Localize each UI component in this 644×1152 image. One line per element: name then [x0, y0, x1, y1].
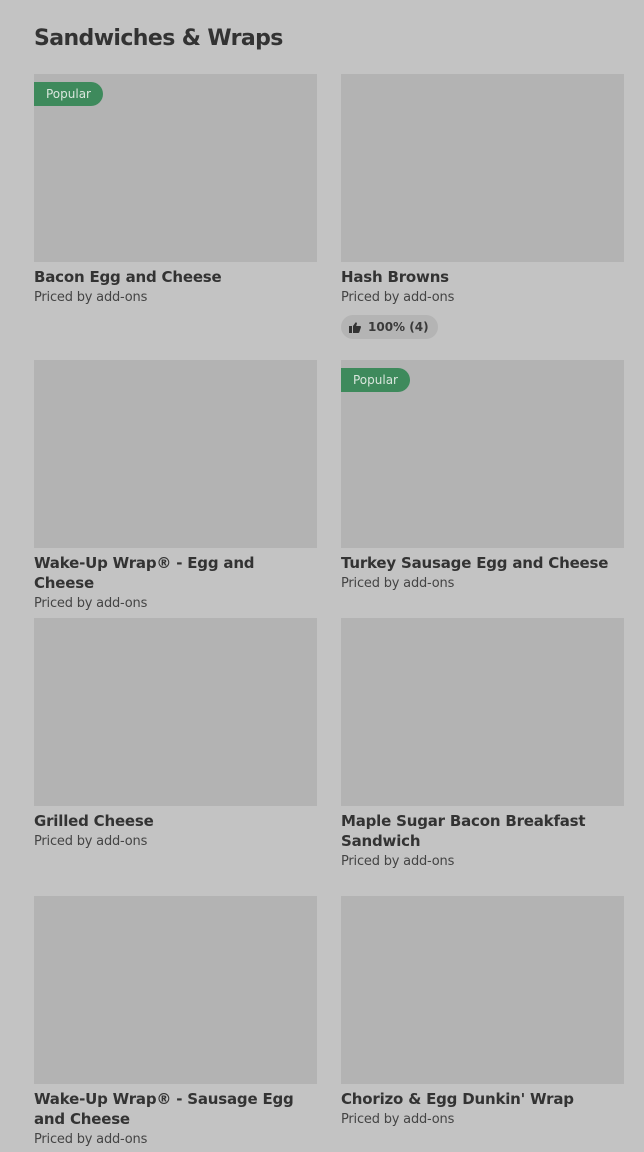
item-price: Priced by add-ons [341, 290, 455, 305]
menu-section-sandwiches-wraps: Sandwiches & Wraps Popular Bacon Egg and… [0, 0, 644, 1152]
rating-pill: 100% (4) [341, 315, 438, 339]
item-price: Priced by add-ons [34, 596, 148, 611]
item-image-placeholder [341, 74, 624, 262]
item-name: Chorizo & Egg Dunkin' Wrap [341, 1090, 574, 1108]
item-image-placeholder: Popular [341, 360, 624, 548]
item-price: Priced by add-ons [34, 834, 148, 849]
popular-badge: Popular [341, 368, 410, 392]
menu-item-card[interactable]: Hash Browns Priced by add-ons 100% (4) [341, 74, 624, 339]
item-image-placeholder [34, 360, 317, 548]
item-price: Priced by add-ons [34, 1132, 148, 1147]
item-name: Bacon Egg and Cheese [34, 268, 222, 286]
item-image-placeholder: Popular [34, 74, 317, 262]
item-image-placeholder [341, 618, 624, 806]
item-price: Priced by add-ons [341, 854, 455, 869]
menu-item-card[interactable]: Grilled Cheese Priced by add-ons [34, 618, 317, 850]
item-image-placeholder [341, 896, 624, 1084]
menu-item-card[interactable]: Wake-Up Wrap® - Egg and Cheese Priced by… [34, 360, 317, 612]
item-name: Wake-Up Wrap® - Egg and Cheese [34, 554, 255, 592]
item-name: Wake-Up Wrap® - Sausage Egg and Cheese [34, 1090, 294, 1128]
menu-item-card[interactable]: Popular Bacon Egg and Cheese Priced by a… [34, 74, 317, 306]
item-image-placeholder [34, 896, 317, 1084]
item-price: Priced by add-ons [34, 290, 148, 305]
item-name: Turkey Sausage Egg and Cheese [341, 554, 609, 572]
item-name: Maple Sugar Bacon Breakfast Sandwich [341, 812, 586, 850]
section-title: Sandwiches & Wraps [34, 26, 283, 51]
menu-item-card[interactable]: Chorizo & Egg Dunkin' Wrap Priced by add… [341, 896, 624, 1128]
item-price: Priced by add-ons [341, 576, 455, 591]
rating-text: 100% (4) [368, 320, 429, 334]
menu-item-card[interactable]: Wake-Up Wrap® - Sausage Egg and Cheese P… [34, 896, 317, 1148]
item-price: Priced by add-ons [341, 1112, 455, 1127]
item-name: Hash Browns [341, 268, 449, 286]
menu-item-card[interactable]: Popular Turkey Sausage Egg and Cheese Pr… [341, 360, 624, 592]
popular-badge: Popular [34, 82, 103, 106]
item-name: Grilled Cheese [34, 812, 154, 830]
item-image-placeholder [34, 618, 317, 806]
menu-item-card[interactable]: Maple Sugar Bacon Breakfast Sandwich Pri… [341, 618, 624, 870]
thumbs-up-icon [349, 321, 361, 333]
